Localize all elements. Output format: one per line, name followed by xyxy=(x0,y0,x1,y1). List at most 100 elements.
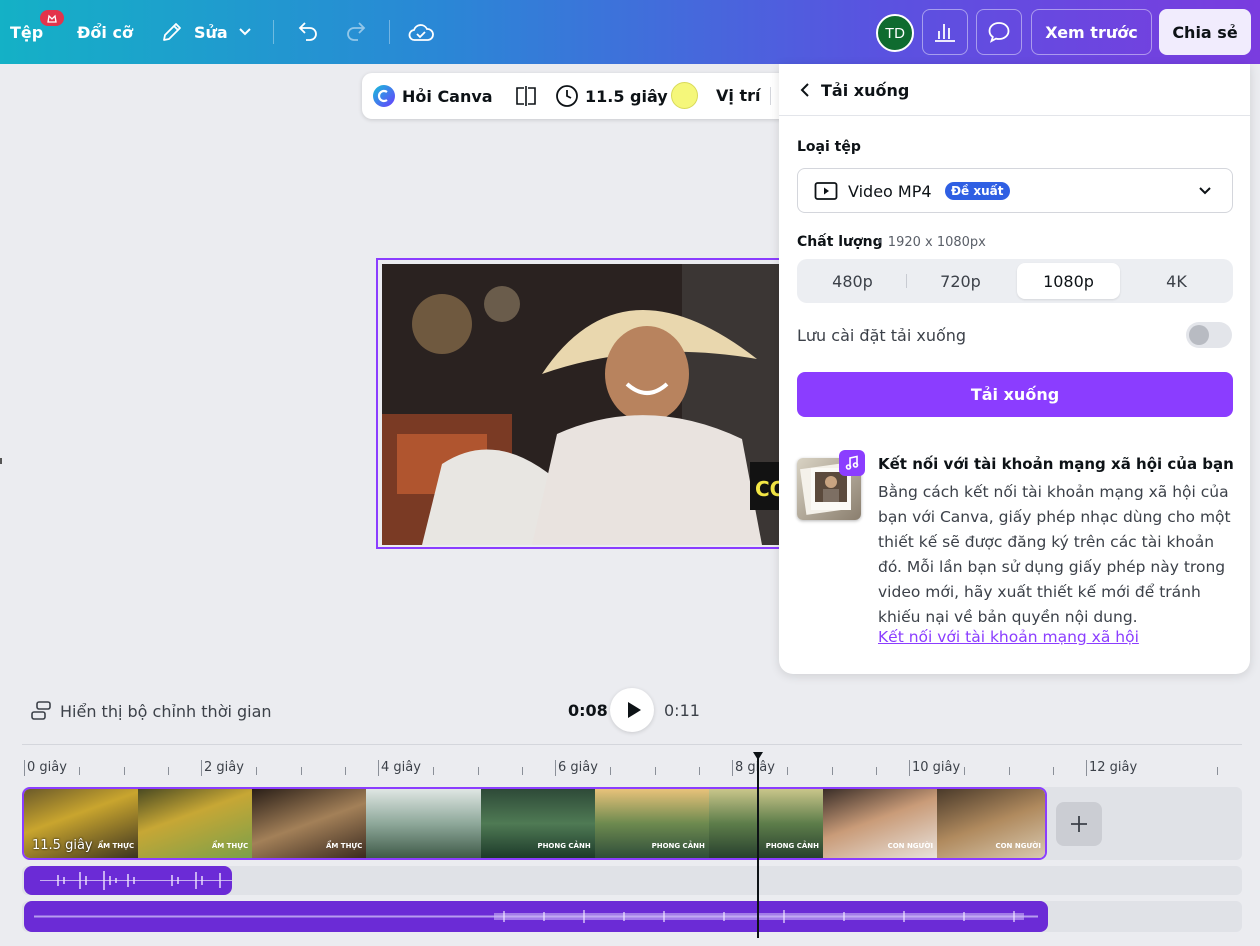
resize-button[interactable]: Đổi cỡ xyxy=(77,0,133,64)
video-frame-image: CO xyxy=(382,264,792,545)
playhead[interactable] xyxy=(757,752,759,938)
audio-clip-1[interactable] xyxy=(24,866,232,895)
position-label: Vị trí xyxy=(716,86,761,105)
ruler-label: 8 giây xyxy=(735,760,775,775)
waveform-icon xyxy=(34,910,1038,923)
undo-button[interactable] xyxy=(296,0,320,64)
timeline-divider xyxy=(22,744,1242,745)
save-settings-toggle[interactable] xyxy=(1186,322,1232,348)
cloud-check-icon xyxy=(408,21,434,43)
timeline-editor-icon xyxy=(30,700,52,722)
comments-button[interactable] xyxy=(976,9,1022,55)
ruler-major-tick xyxy=(909,760,910,776)
preview-button[interactable]: Xem trước xyxy=(1031,9,1152,55)
file-type-select[interactable]: Video MP4 Đề xuất xyxy=(797,168,1233,213)
ask-canva-button[interactable]: Hỏi Canva xyxy=(372,84,493,108)
ruler-major-tick xyxy=(1086,760,1087,776)
insights-button[interactable] xyxy=(922,9,968,55)
ruler-minor-tick xyxy=(256,767,258,775)
ruler-major-tick xyxy=(555,760,556,776)
social-connect-link[interactable]: Kết nối với tài khoản mạng xã hội xyxy=(878,628,1139,646)
clock-icon xyxy=(555,84,579,108)
quality-option-1080p[interactable]: 1080p xyxy=(1017,263,1120,299)
add-clip-button[interactable] xyxy=(1056,802,1102,846)
ruler-minor-tick xyxy=(831,767,833,775)
video-file-icon xyxy=(814,181,838,201)
file-menu-label: Tệp xyxy=(10,22,44,42)
video-clip[interactable]: ẨM THỰC ẨM THỰC ẨM THỰC PHONG CẢNH PHONG… xyxy=(22,787,1047,860)
social-connect-description: Bằng cách kết nối tài khoản mạng xã hội … xyxy=(878,483,1231,626)
download-button[interactable]: Tải xuống xyxy=(797,372,1233,417)
clip-caption: PHONG CẢNH xyxy=(651,842,705,850)
clip-thumbnail: ẨM THỰC xyxy=(138,789,253,858)
ruler-minor-tick xyxy=(433,767,435,775)
ruler-minor-tick xyxy=(698,767,700,775)
ruler-minor-tick xyxy=(167,767,169,775)
ruler-minor-tick xyxy=(79,767,81,775)
file-menu[interactable]: Tệp xyxy=(10,0,64,64)
ruler-minor-tick xyxy=(610,767,612,775)
flip-button[interactable] xyxy=(514,85,538,107)
music-note-icon xyxy=(839,450,865,476)
chevron-down-icon xyxy=(238,27,252,37)
edit-menu[interactable]: Sửa xyxy=(160,0,252,64)
preview-label: Xem trước xyxy=(1045,22,1138,42)
share-button[interactable]: Chia sẻ xyxy=(1159,9,1251,55)
quality-option-4k[interactable]: 4K xyxy=(1125,263,1228,299)
clip-duration-label: 11.5 giây xyxy=(32,838,93,853)
quality-dimensions: • 1920 x 1080px xyxy=(876,235,986,250)
clip-thumbnail xyxy=(366,789,481,858)
quality-option-480p[interactable]: 480p xyxy=(801,263,904,299)
ruler-major-tick xyxy=(732,760,733,776)
show-timing-editor-button[interactable]: Hiển thị bộ chỉnh thời gian xyxy=(30,698,272,724)
clip-thumbnail: ẨM THỰC xyxy=(252,789,367,858)
ruler-minor-tick xyxy=(521,767,523,775)
ruler-minor-tick xyxy=(1008,767,1010,775)
cloud-save-button[interactable] xyxy=(408,0,434,64)
total-time: 0:11 xyxy=(664,701,700,720)
toolbar-divider xyxy=(770,87,771,105)
avatar-initials: TD xyxy=(885,24,905,42)
panel-header: Tải xuống xyxy=(779,64,1250,116)
chevron-down-icon xyxy=(1198,186,1212,196)
back-arrow-icon[interactable] xyxy=(799,82,811,98)
plus-icon xyxy=(1070,815,1088,833)
download-panel: Tải xuống Loại tệp Video MP4 Đề xuất Chấ… xyxy=(779,64,1250,674)
quality-option-720p[interactable]: 720p xyxy=(909,263,1012,299)
ruler-label: 2 giây xyxy=(204,760,244,775)
play-button[interactable] xyxy=(610,688,654,732)
ruler-minor-tick xyxy=(123,767,125,775)
ruler-major-tick xyxy=(201,760,202,776)
play-icon xyxy=(626,701,642,719)
duration-button[interactable]: 11.5 giây xyxy=(555,84,668,108)
ruler-minor-tick xyxy=(1217,767,1218,775)
clip-caption: ẨM THỰC xyxy=(325,842,363,850)
canvas-page[interactable]: CO xyxy=(376,258,796,549)
file-type-label: Loại tệp xyxy=(797,139,861,155)
position-button[interactable]: Vị trí xyxy=(716,86,760,105)
audio-clip-2[interactable] xyxy=(24,901,1048,932)
waveform-icon xyxy=(40,871,232,890)
ruler-label: 6 giây xyxy=(558,760,598,775)
toggle-knob xyxy=(1189,325,1209,345)
quality-selector: 480p 720p 1080p 4K xyxy=(797,259,1233,303)
ruler-minor-tick xyxy=(964,767,966,775)
playhead-handle-icon[interactable] xyxy=(752,751,764,761)
top-bar: Tệp Đổi cỡ Sửa TD Xem trước Chia sẻ xyxy=(0,0,1260,64)
clip-thumbnail: PHONG CẢNH xyxy=(594,789,709,858)
share-label: Chia sẻ xyxy=(1172,22,1238,42)
edge-marker xyxy=(0,458,2,464)
notification-badge-icon xyxy=(40,10,64,26)
ruler-label: 12 giây xyxy=(1089,760,1138,775)
clip-caption: PHONG CẢNH xyxy=(537,842,591,850)
avatar[interactable]: TD xyxy=(876,14,914,52)
social-thumbnail xyxy=(797,450,865,520)
color-swatch[interactable] xyxy=(671,82,698,109)
flip-icon xyxy=(514,85,538,107)
download-button-label: Tải xuống xyxy=(970,385,1060,404)
quality-label: Chất lượng xyxy=(797,234,883,250)
clip-caption: CON NGƯỜI xyxy=(887,842,934,850)
redo-button[interactable] xyxy=(344,0,368,64)
undo-icon xyxy=(296,20,320,44)
ask-canva-label: Hỏi Canva xyxy=(402,86,493,106)
